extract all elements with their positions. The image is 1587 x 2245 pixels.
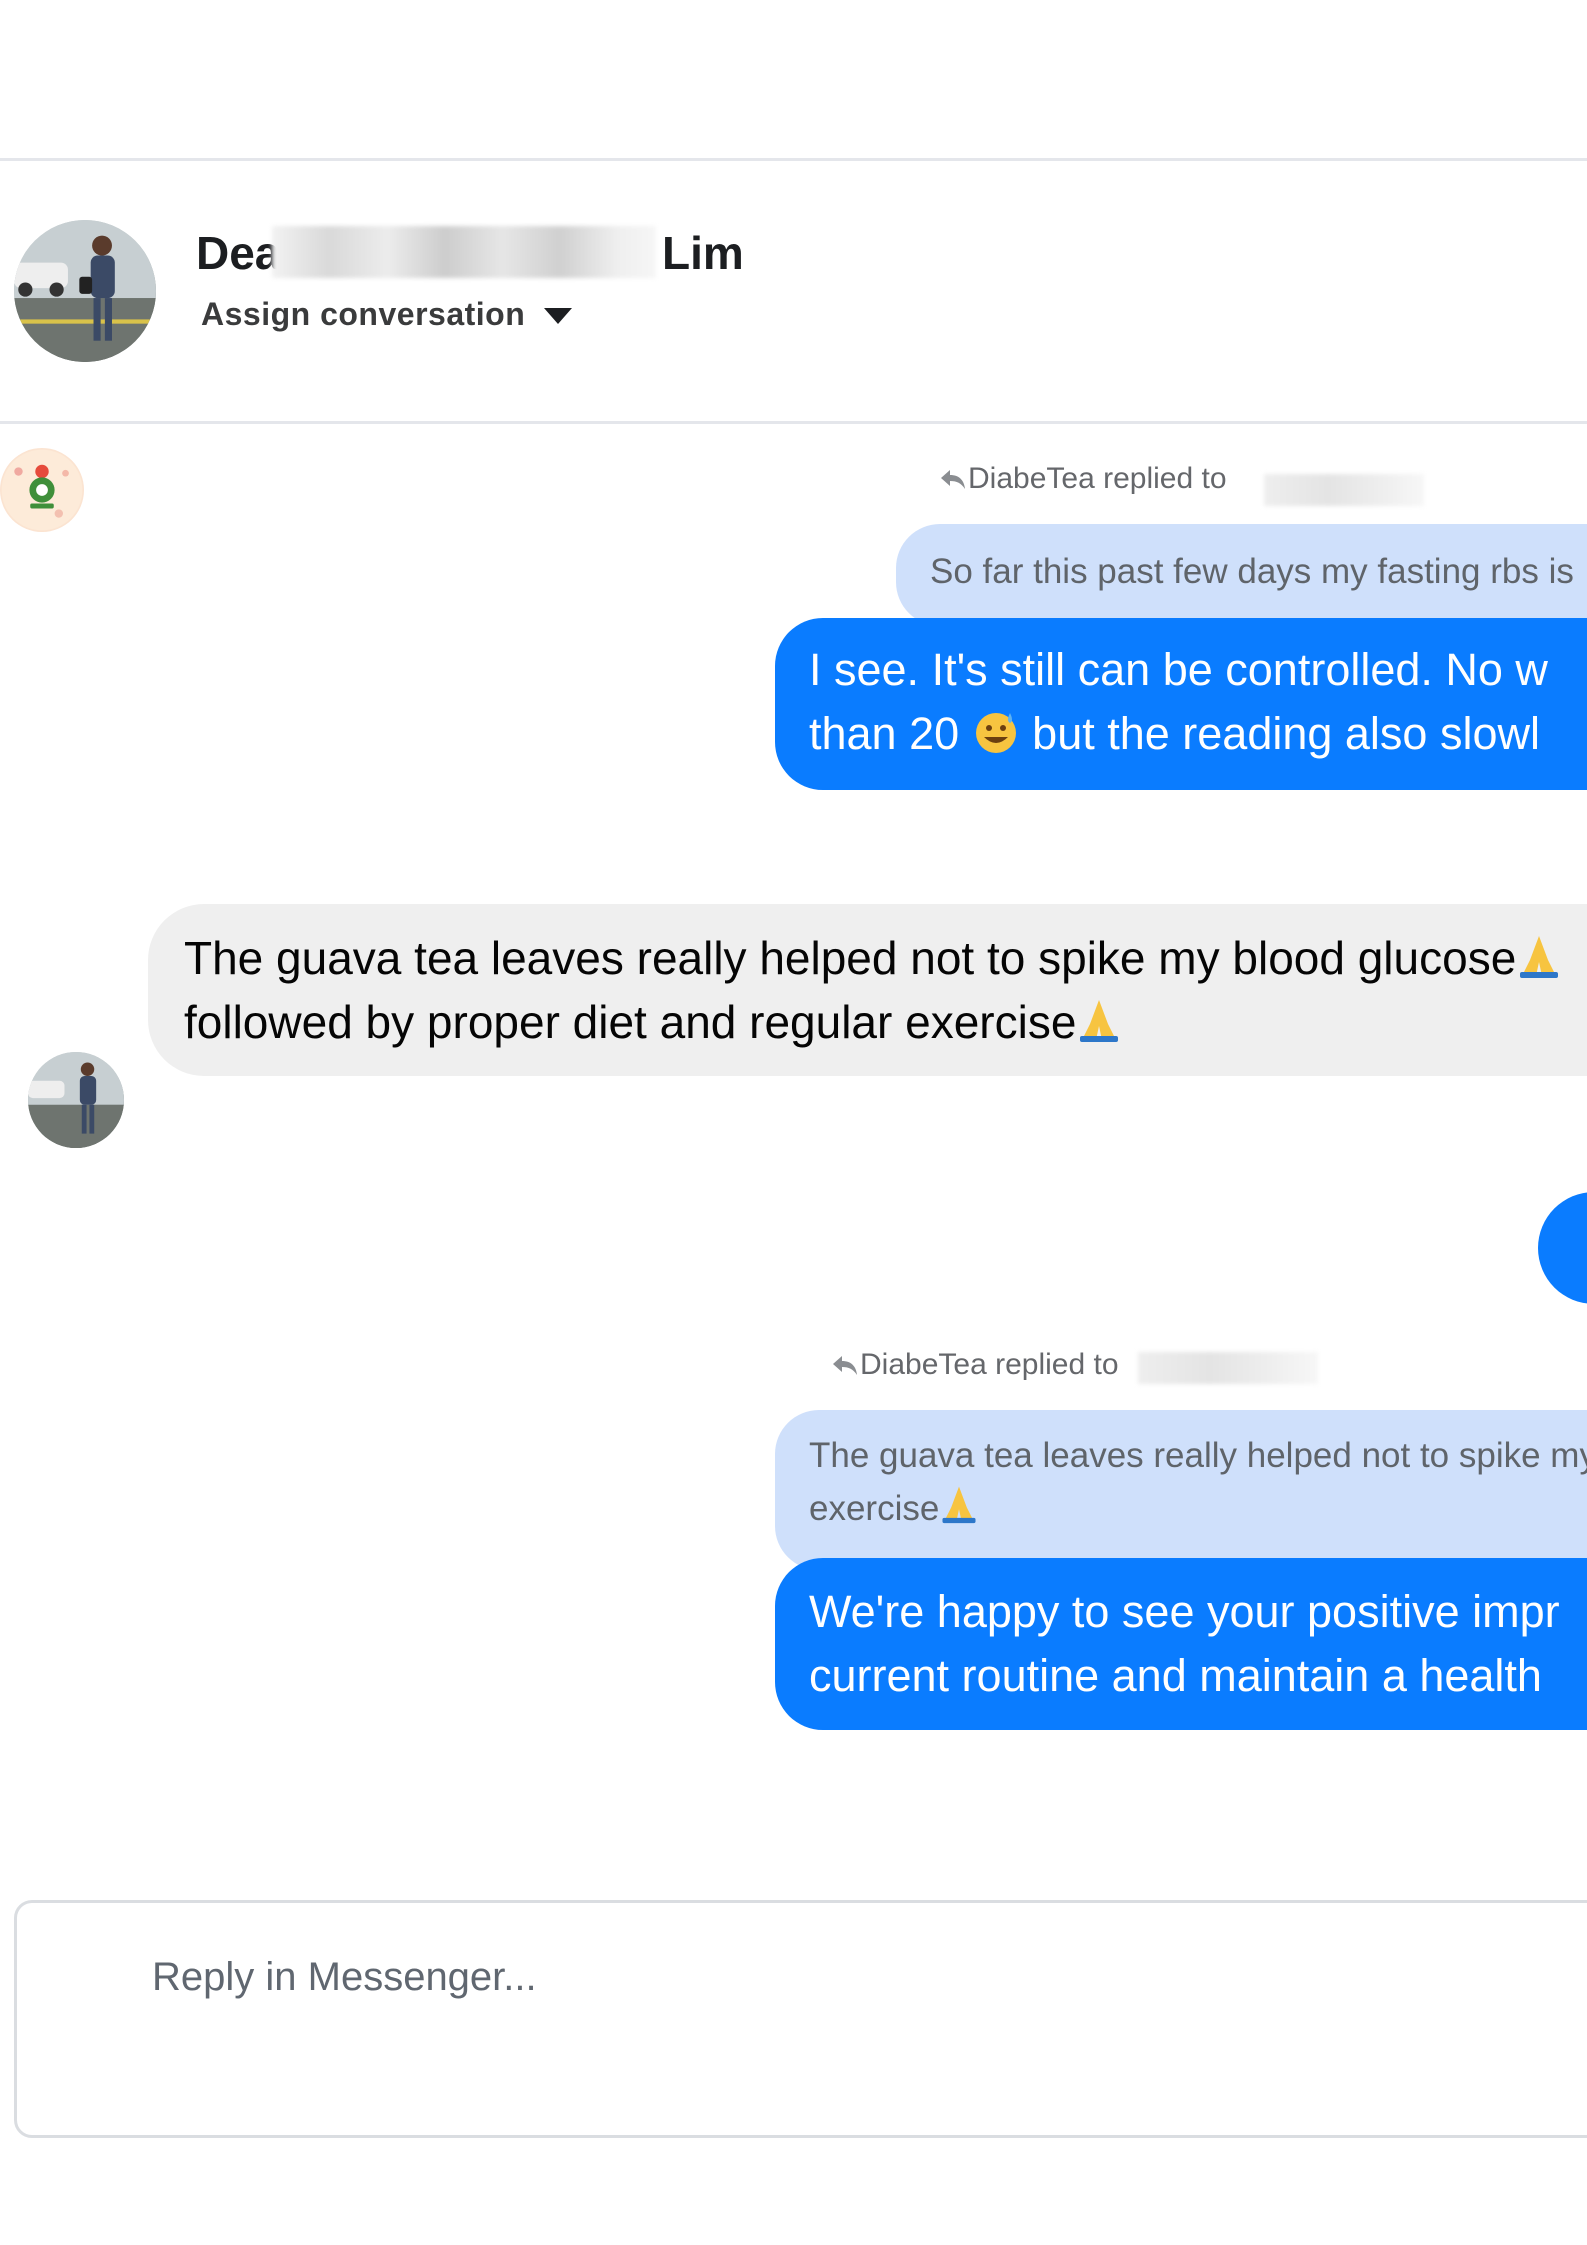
outgoing-message-cropped[interactable] xyxy=(1538,1192,1587,1304)
outgoing-line-2-start: than 20 xyxy=(809,708,960,759)
page-avatar xyxy=(0,448,84,532)
outgoing-message-1[interactable]: I see. It's still can be controlled. No … xyxy=(775,618,1587,790)
incoming-line-1: The guava tea leaves really helped not t… xyxy=(184,926,1587,990)
reply-arrow-icon xyxy=(941,470,965,489)
outgoing-line-2-end: but the reading also slowl xyxy=(1032,708,1540,759)
reply-arrow-icon xyxy=(833,1356,857,1375)
quoted-text-1: So far this past few days my fasting rbs… xyxy=(930,552,1574,591)
chevron-down-icon[interactable] xyxy=(544,308,572,324)
folded-hands-emoji-icon xyxy=(1080,1000,1119,1042)
outgoing-2-line-2: current routine and maintain a health xyxy=(809,1650,1542,1701)
contact-avatar[interactable] xyxy=(14,220,156,362)
reply-input[interactable] xyxy=(150,1946,1554,2008)
replied-to-redaction-2 xyxy=(1138,1352,1318,1384)
incoming-line-1-text: The guava tea leaves really helped not t… xyxy=(184,932,1517,984)
replied-to-text-1: DiabeTea replied to xyxy=(968,462,1227,495)
quoted-message-1[interactable]: So far this past few days my fasting rbs… xyxy=(896,524,1587,626)
folded-hands-emoji-icon xyxy=(1520,936,1559,978)
contact-name-end: Lim xyxy=(662,227,744,279)
outgoing-2-line-1: We're happy to see your positive impr xyxy=(809,1586,1560,1637)
reply-composer[interactable] xyxy=(14,1900,1587,2138)
outgoing-line-2: than 20 but the reading also slowl xyxy=(809,702,1587,766)
replied-to-label-2: DiabeTea replied to xyxy=(832,1348,1119,1382)
replied-to-text-2: DiabeTea replied to xyxy=(860,1348,1119,1381)
replied-to-label-1: DiabeTea replied to xyxy=(940,462,1227,496)
top-divider xyxy=(0,158,1587,161)
quoted-line-2b: exercise xyxy=(809,1482,1587,1535)
quoted-line-2a: The guava tea leaves really helped not t… xyxy=(809,1436,1587,1475)
incoming-message[interactable]: The guava tea leaves really helped not t… xyxy=(148,904,1587,1076)
outgoing-line-1: I see. It's still can be controlled. No … xyxy=(809,644,1548,695)
contact-avatar-small[interactable] xyxy=(28,1052,124,1148)
contact-name-redaction xyxy=(272,226,656,278)
replied-to-redaction-1 xyxy=(1264,474,1424,506)
incoming-line-2: followed by proper diet and regular exer… xyxy=(184,990,1587,1054)
header-divider xyxy=(0,421,1587,424)
outgoing-message-2[interactable]: We're happy to see your positive impr cu… xyxy=(775,1558,1587,1730)
quoted-line-2b-text: exercise xyxy=(809,1489,940,1528)
folded-hands-emoji-icon xyxy=(942,1486,976,1524)
contact-name-start: Dea xyxy=(196,227,281,279)
incoming-line-2-text: followed by proper diet and regular exer… xyxy=(184,996,1077,1048)
quoted-message-2[interactable]: The guava tea leaves really helped not t… xyxy=(775,1410,1587,1570)
assign-conversation-button[interactable]: Assign conversation xyxy=(201,296,525,333)
grinning-sweat-emoji-icon xyxy=(975,713,1016,753)
